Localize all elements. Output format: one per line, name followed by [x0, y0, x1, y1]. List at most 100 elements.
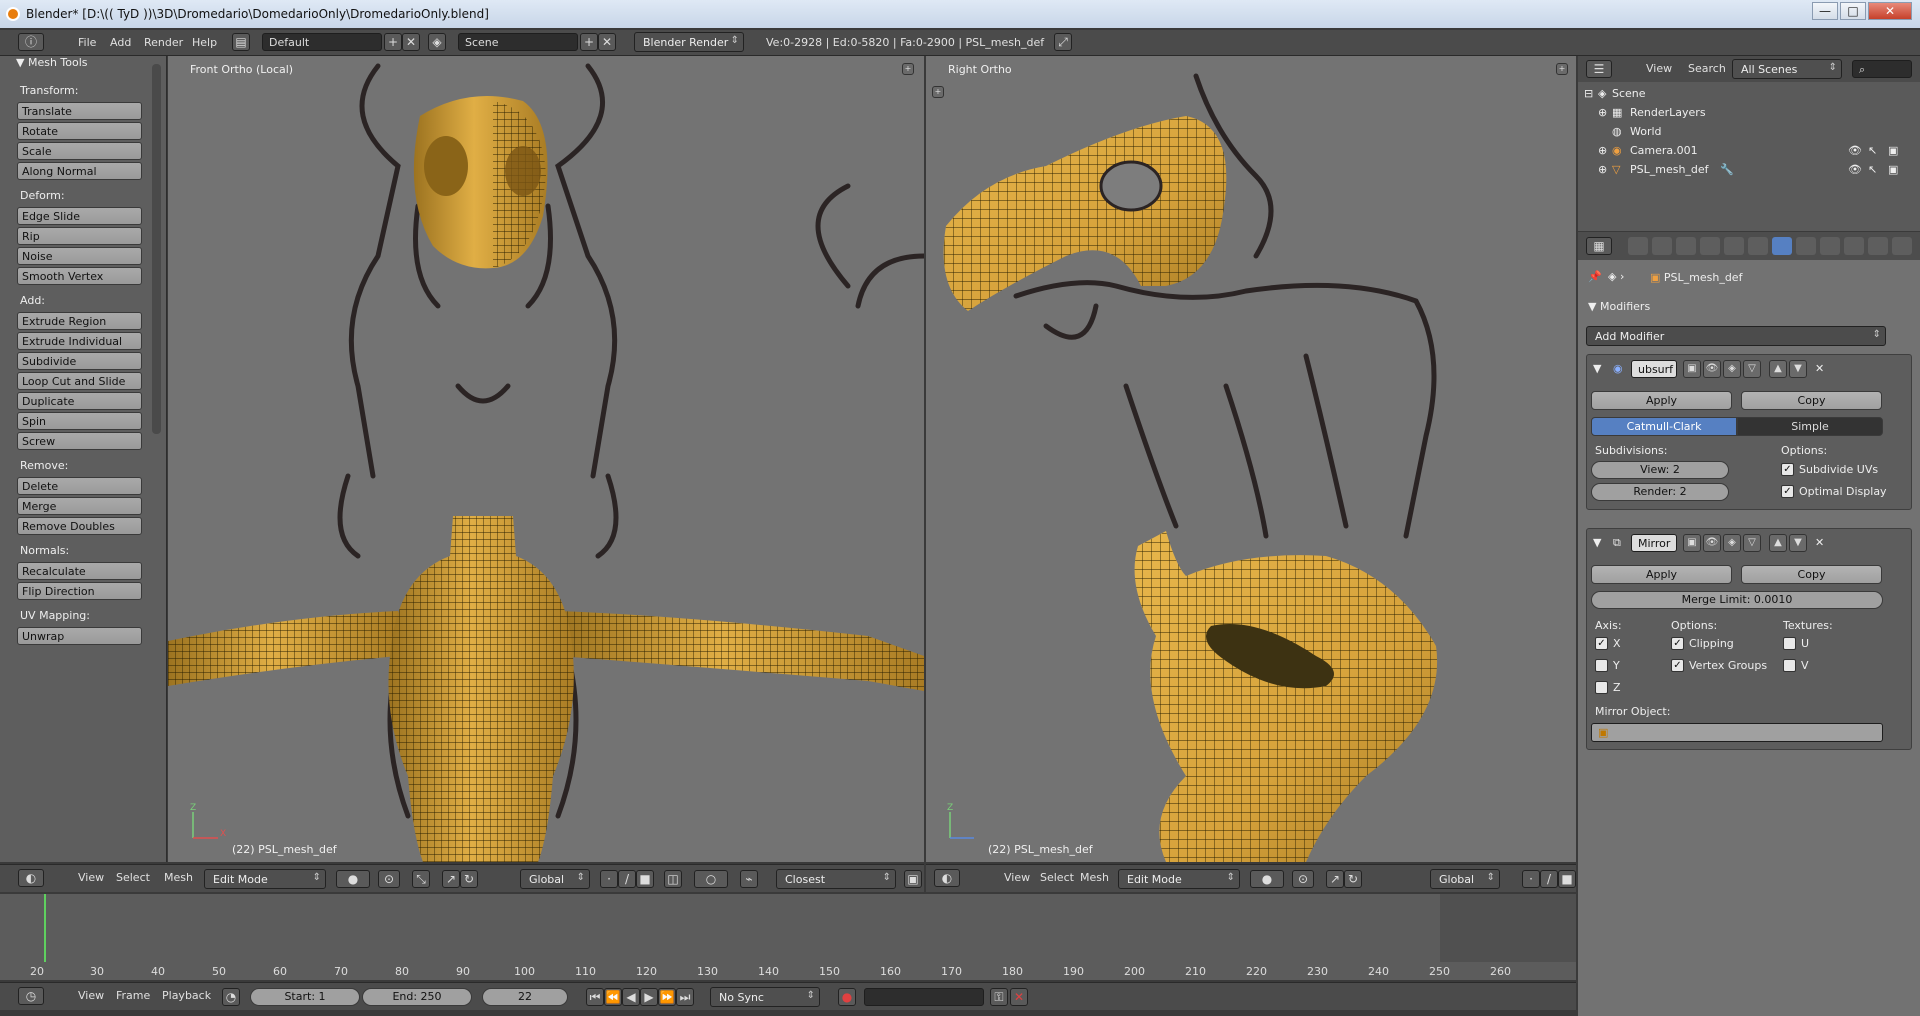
- axis-x-checkbox[interactable]: ✓: [1595, 637, 1608, 650]
- cage-toggle-icon[interactable]: ▽: [1743, 360, 1761, 378]
- occlude-geometry-icon[interactable]: ◫: [664, 870, 682, 888]
- constraints-tab-icon[interactable]: [1748, 237, 1768, 255]
- loop-cut-button[interactable]: Loop Cut and Slide: [17, 372, 142, 390]
- current-frame-field[interactable]: 22: [482, 988, 568, 1006]
- collapse-icon[interactable]: ⊟: [1584, 87, 1593, 100]
- view-subdivisions-field[interactable]: View: 2: [1591, 461, 1729, 479]
- editor-type-info-icon[interactable]: ⓘ: [18, 33, 44, 51]
- particles-tab-icon[interactable]: [1868, 237, 1888, 255]
- fullscreen-icon[interactable]: ⤢: [1054, 33, 1072, 51]
- add-scene-icon[interactable]: +: [580, 33, 598, 51]
- axis-z-checkbox[interactable]: [1595, 681, 1608, 694]
- menu-select[interactable]: Select: [1040, 871, 1074, 884]
- menu-view[interactable]: View: [78, 871, 104, 884]
- modifiers-panel-title[interactable]: ▼ Modifiers: [1588, 300, 1650, 313]
- tree-item-psl-mesh[interactable]: ⊕ ▽ PSL_mesh_def 🔧 👁 ↖ ▣: [1578, 160, 1920, 179]
- outliner-search-input[interactable]: ⌕: [1852, 60, 1912, 78]
- copy-button[interactable]: Copy: [1741, 565, 1882, 584]
- selectable-cursor-icon[interactable]: ↖: [1868, 144, 1877, 157]
- screw-button[interactable]: Screw: [17, 432, 142, 450]
- vertex-select-icon[interactable]: ·: [600, 870, 618, 888]
- record-icon[interactable]: ●: [838, 988, 856, 1006]
- face-select-icon[interactable]: ■: [1558, 870, 1576, 888]
- expand-icon[interactable]: ⊕: [1598, 163, 1607, 176]
- jump-start-icon[interactable]: ⏮: [586, 988, 604, 1006]
- recalculate-button[interactable]: Recalculate: [17, 562, 142, 580]
- screen-layout-field[interactable]: Default: [262, 33, 382, 51]
- remove-modifier-icon[interactable]: ✕: [1815, 536, 1824, 549]
- display-mode-dropdown[interactable]: All Scenes: [1732, 59, 1842, 79]
- pivot-icon[interactable]: ⊙: [378, 870, 400, 888]
- texture-tab-icon[interactable]: [1844, 237, 1864, 255]
- renderable-camera-icon[interactable]: ▣: [1888, 163, 1898, 176]
- menu-help[interactable]: Help: [192, 36, 217, 49]
- editor-type-timeline-icon[interactable]: ◷: [18, 987, 44, 1005]
- texture-v-checkbox[interactable]: [1783, 659, 1796, 672]
- scale-button[interactable]: Scale: [17, 142, 142, 160]
- scene-icon[interactable]: ◈: [428, 33, 446, 51]
- menu-render[interactable]: Render: [144, 36, 183, 49]
- translate-button[interactable]: Translate: [17, 102, 142, 120]
- copy-button[interactable]: Copy: [1741, 391, 1882, 410]
- manipulator-toggle-icon[interactable]: ⤡: [412, 870, 430, 888]
- tree-item-camera[interactable]: ⊕ ◉ Camera.001 👁 ↖ ▣: [1578, 141, 1920, 160]
- edit-mode-toggle-icon[interactable]: ◈: [1723, 360, 1741, 378]
- clipping-checkbox[interactable]: ✓: [1671, 637, 1684, 650]
- noise-button[interactable]: Noise: [17, 247, 142, 265]
- minimize-button[interactable]: —: [1812, 2, 1838, 20]
- play-icon[interactable]: ▶: [640, 988, 658, 1006]
- delete-layout-icon[interactable]: ✕: [402, 33, 420, 51]
- rotate-manipulator-icon[interactable]: ↻: [1344, 870, 1362, 888]
- edge-select-icon[interactable]: /: [618, 870, 636, 888]
- edge-slide-button[interactable]: Edge Slide: [17, 207, 142, 225]
- delete-scene-icon[interactable]: ✕: [598, 33, 616, 51]
- snap-target-dropdown[interactable]: Closest: [776, 869, 896, 889]
- translate-manipulator-icon[interactable]: ↗: [1326, 870, 1344, 888]
- vertex-groups-checkbox[interactable]: ✓: [1671, 659, 1684, 672]
- mode-dropdown[interactable]: Edit Mode: [1118, 869, 1240, 889]
- scene-tab-icon[interactable]: [1676, 237, 1696, 255]
- play-reverse-icon[interactable]: ◀: [622, 988, 640, 1006]
- tool-shelf-scrollbar[interactable]: [152, 64, 161, 434]
- render-preview-icon[interactable]: ▣: [904, 870, 922, 888]
- menu-frame[interactable]: Frame: [116, 989, 150, 1002]
- extrude-region-button[interactable]: Extrude Region: [17, 312, 142, 330]
- expand-icon[interactable]: ⊕: [1598, 144, 1607, 157]
- simple-option[interactable]: Simple: [1737, 417, 1883, 436]
- face-select-icon[interactable]: ■: [636, 870, 654, 888]
- texture-u-checkbox[interactable]: [1783, 637, 1796, 650]
- material-tab-icon[interactable]: [1820, 237, 1840, 255]
- mesh-tools-panel-title[interactable]: ▼ Mesh Tools: [16, 56, 88, 69]
- tree-item-world[interactable]: ◍ World: [1578, 122, 1920, 141]
- move-up-icon[interactable]: ▲: [1769, 360, 1787, 378]
- scene-field[interactable]: Scene: [458, 33, 578, 51]
- move-up-icon[interactable]: ▲: [1769, 534, 1787, 552]
- viewport-right-ortho[interactable]: Z Right Ortho (22) PSL_mesh_def + +: [926, 56, 1576, 862]
- keying-set-field[interactable]: [864, 988, 984, 1006]
- orientation-dropdown[interactable]: Global: [1430, 869, 1500, 889]
- menu-view[interactable]: View: [1646, 62, 1672, 75]
- physics-tab-icon[interactable]: [1892, 237, 1912, 255]
- merge-button[interactable]: Merge: [17, 497, 142, 515]
- pin-icon[interactable]: 📌: [1588, 270, 1602, 283]
- modifier-name-field[interactable]: Mirror: [1631, 534, 1677, 552]
- optimal-display-checkbox[interactable]: ✓: [1781, 485, 1794, 498]
- world-tab-icon[interactable]: [1700, 237, 1720, 255]
- translate-manipulator-icon[interactable]: ↗: [442, 870, 460, 888]
- smooth-vertex-button[interactable]: Smooth Vertex: [17, 267, 142, 285]
- subdivide-uvs-checkbox[interactable]: ✓: [1781, 463, 1794, 476]
- end-frame-field[interactable]: End: 250: [362, 988, 472, 1006]
- menu-mesh[interactable]: Mesh: [164, 871, 193, 884]
- apply-button[interactable]: Apply: [1591, 565, 1732, 584]
- vertex-select-icon[interactable]: ·: [1522, 870, 1540, 888]
- along-normal-button[interactable]: Along Normal: [17, 162, 142, 180]
- shading-dropdown-icon[interactable]: ●: [1250, 870, 1284, 888]
- selectable-cursor-icon[interactable]: ↖: [1868, 163, 1877, 176]
- delete-button[interactable]: Delete: [17, 477, 142, 495]
- viewport-toggle-icon[interactable]: 👁: [1703, 534, 1721, 552]
- screen-layout-icon[interactable]: ▤: [232, 33, 250, 51]
- modifier-name-field[interactable]: ubsurf: [1631, 360, 1677, 378]
- rotate-button[interactable]: Rotate: [17, 122, 142, 140]
- menu-view[interactable]: View: [78, 989, 104, 1002]
- visibility-eye-icon[interactable]: 👁: [1848, 144, 1862, 157]
